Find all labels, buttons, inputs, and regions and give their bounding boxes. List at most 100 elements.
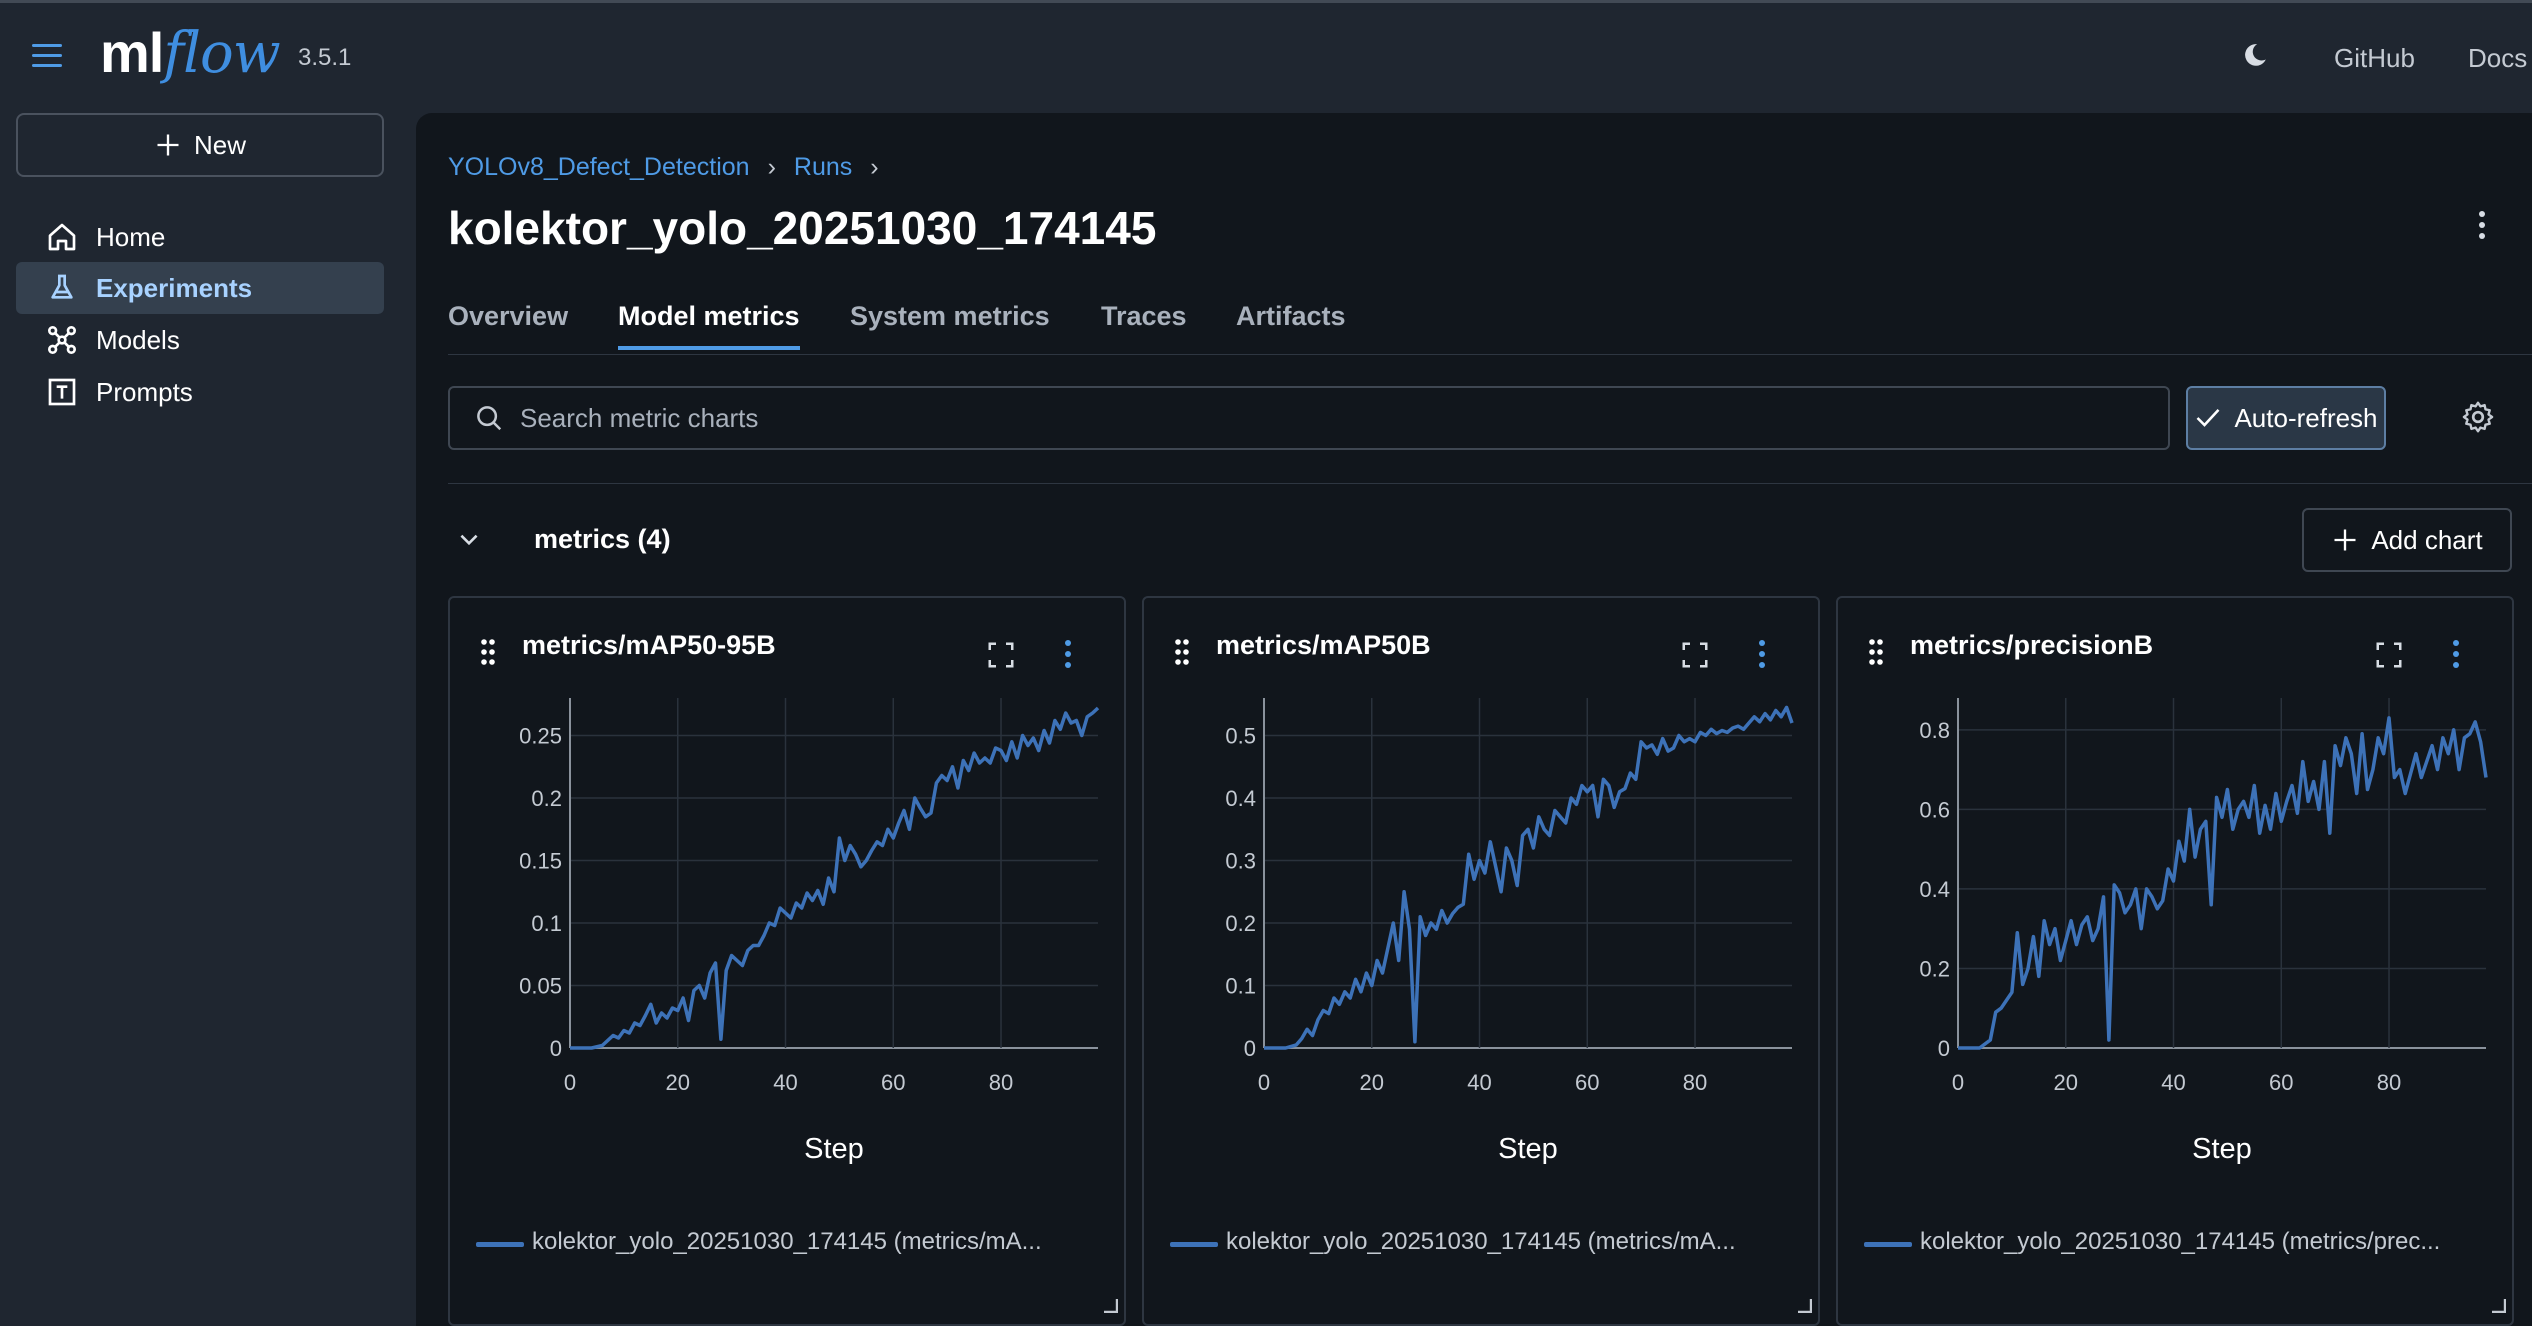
search-icon: [477, 406, 502, 431]
models-icon: [48, 326, 76, 354]
docs-link[interactable]: Docs: [2468, 43, 2527, 74]
y-tick-label: 0.2: [1919, 956, 1950, 981]
y-tick-label: 0.2: [1225, 911, 1256, 936]
tab-system-metrics[interactable]: System metrics: [850, 301, 1050, 346]
sidebar-item-label: Experiments: [96, 272, 253, 303]
x-tick-label: 60: [881, 1070, 905, 1095]
x-tick-label: 40: [1467, 1070, 1491, 1095]
chevron-down-icon[interactable]: [456, 527, 482, 558]
y-tick-label: 0.4: [1919, 877, 1950, 902]
tab-artifacts[interactable]: Artifacts: [1236, 301, 1346, 346]
legend-swatch: [476, 1242, 524, 1247]
tab-bar: Overview Model metrics System metrics Tr…: [448, 301, 2532, 355]
legend-swatch: [1170, 1242, 1218, 1247]
new-button[interactable]: New: [16, 113, 384, 177]
sidebar-item-label: Home: [96, 221, 166, 252]
version-label: 3.5.1: [298, 44, 352, 71]
gear-icon[interactable]: [2460, 399, 2496, 440]
x-tick-label: 20: [2054, 1070, 2078, 1095]
top-edge: [0, 0, 2532, 3]
new-button-label: New: [193, 129, 246, 160]
y-tick-label: 0: [550, 1036, 562, 1061]
breadcrumb: YOLOv8_Defect_Detection › Runs ›: [448, 153, 879, 182]
sidebar-item-prompts[interactable]: Prompts: [16, 366, 384, 418]
legend-label[interactable]: kolektor_yolo_20251030_174145 (metrics/m…: [532, 1228, 1092, 1256]
drag-handle-icon[interactable]: [1174, 638, 1190, 671]
resize-handle-icon[interactable]: [1796, 1297, 1813, 1318]
auto-refresh-button[interactable]: Auto-refresh: [2186, 386, 2386, 450]
chart-card-precision: metrics/precisionB 0 0.2 0.4 0.6 0.8 0 20 40 60 8…: [1836, 596, 2514, 1326]
chart-title: metrics/mAP50B: [1216, 630, 1431, 660]
menu-icon[interactable]: [32, 44, 62, 68]
y-tick-label: 0.05: [519, 974, 562, 999]
sidebar-item-experiments[interactable]: Experiments: [16, 262, 384, 314]
y-tick-label: 0.6: [1919, 797, 1950, 822]
chart-card-map50-95: metrics/mAP50-95B 0 0.05 0.1 0.15 0.2 0.25 0 20…: [448, 596, 1126, 1326]
series-line[interactable]: [570, 706, 1100, 1050]
add-chart-button[interactable]: Add chart: [2302, 508, 2512, 572]
mlflow-logo[interactable]: mlflow: [100, 20, 281, 86]
line-chart: 0 0.2 0.4 0.6 0.8 0 20 40 60 80 Step: [1919, 698, 2488, 1165]
check-icon: [2197, 408, 2220, 427]
divider: [448, 483, 2532, 484]
breadcrumb-experiment[interactable]: YOLOv8_Defect_Detection: [448, 153, 750, 182]
legend-label[interactable]: kolektor_yolo_20251030_174145 (metrics/m…: [1226, 1228, 1786, 1256]
sidebar: New Home Experiments Models Prompts: [0, 113, 400, 1326]
chart-options-icon[interactable]: [1756, 638, 1768, 675]
fullscreen-icon[interactable]: [986, 640, 1016, 675]
prompts-icon: [48, 378, 76, 406]
page-title: kolektor_yolo_20251030_174145: [448, 202, 1157, 254]
x-axis-label: Step: [804, 1133, 864, 1165]
sidebar-item-label: Models: [96, 324, 180, 355]
y-tick-label: 0: [1938, 1036, 1950, 1061]
legend-label[interactable]: kolektor_yolo_20251030_174145 (metrics/p…: [1920, 1228, 2480, 1256]
sidebar-item-home[interactable]: Home: [16, 211, 384, 263]
plus-icon: [2334, 529, 2356, 551]
main-panel: YOLOv8_Defect_Detection › Runs › kolekto…: [416, 113, 2532, 1326]
flask-icon: [51, 274, 73, 299]
search-input[interactable]: [520, 402, 2120, 434]
fullscreen-icon[interactable]: [2374, 640, 2404, 675]
drag-handle-icon[interactable]: [1868, 638, 1884, 671]
auto-refresh-label: Auto-refresh: [2234, 402, 2378, 433]
y-tick-label: 0.8: [1919, 718, 1950, 743]
section-title: metrics (4): [534, 524, 671, 554]
add-chart-label: Add chart: [2371, 524, 2483, 555]
y-tick-label: 0.15: [519, 849, 562, 874]
tab-traces[interactable]: Traces: [1101, 301, 1187, 346]
sidebar-item-models[interactable]: Models: [16, 314, 384, 366]
more-options-icon[interactable]: [2476, 209, 2488, 246]
y-tick-label: 0.3: [1225, 849, 1256, 874]
series-line[interactable]: [1958, 716, 2488, 1050]
line-chart: 0 0.1 0.2 0.3 0.4 0.5 0 20 40 60 80 Step: [1225, 698, 1794, 1165]
y-tick-label: 0.25: [519, 724, 562, 749]
x-tick-label: 80: [989, 1070, 1013, 1095]
fullscreen-icon[interactable]: [1680, 640, 1710, 675]
y-tick-label: 0.1: [531, 911, 562, 936]
y-tick-label: 0.5: [1225, 724, 1256, 749]
chevron-right-icon: ›: [870, 153, 879, 181]
x-tick-label: 0: [1952, 1070, 1964, 1095]
x-tick-label: 0: [564, 1070, 576, 1095]
chart-options-icon[interactable]: [1062, 638, 1074, 675]
drag-handle-icon[interactable]: [480, 638, 496, 671]
y-tick-label: 0.4: [1225, 786, 1256, 811]
chart-options-icon[interactable]: [2450, 638, 2462, 675]
moon-icon[interactable]: [2242, 42, 2268, 73]
legend-swatch: [1864, 1242, 1912, 1247]
x-tick-label: 80: [2377, 1070, 2401, 1095]
sidebar-item-label: Prompts: [96, 376, 193, 407]
x-tick-label: 80: [1683, 1070, 1707, 1095]
github-link[interactable]: GitHub: [2334, 43, 2415, 74]
x-axis-label: Step: [1498, 1133, 1558, 1165]
x-tick-label: 40: [773, 1070, 797, 1095]
tab-model-metrics[interactable]: Model metrics: [618, 301, 800, 350]
x-axis-label: Step: [2192, 1133, 2252, 1165]
resize-handle-icon[interactable]: [2490, 1297, 2507, 1318]
series-line[interactable]: [1264, 705, 1794, 1050]
resize-handle-icon[interactable]: [1102, 1297, 1119, 1318]
x-tick-label: 40: [2161, 1070, 2185, 1095]
tab-overview[interactable]: Overview: [448, 301, 568, 346]
y-tick-label: 0.1: [1225, 974, 1256, 999]
breadcrumb-runs[interactable]: Runs: [794, 153, 852, 182]
